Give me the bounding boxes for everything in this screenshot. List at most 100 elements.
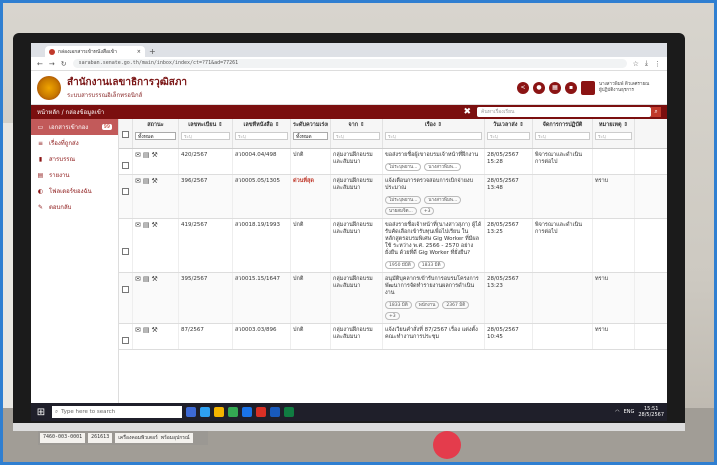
mail-icon[interactable]: ✉ <box>135 152 141 159</box>
column-filter[interactable]: ระบุ <box>595 132 632 140</box>
url-input[interactable]: saraban.senate.go.th/main/inbox/index/ct… <box>72 59 627 68</box>
document-icon[interactable]: ▤ <box>143 327 150 334</box>
column-label[interactable]: เลขทะเบียน ⇕ <box>181 121 230 129</box>
select-all-checkbox[interactable] <box>122 131 129 138</box>
word-icon[interactable] <box>270 407 280 417</box>
assignee-chip[interactable]: นางสาวพิมพ... <box>424 196 462 204</box>
document-icon[interactable]: ▤ <box>143 178 150 185</box>
sidebar-item[interactable]: ◐ โฟลเดอร์ของฉัน <box>31 183 118 199</box>
row-checkbox[interactable] <box>122 286 129 293</box>
column-label[interactable]: จัดการการปฏิบัติ <box>535 121 590 129</box>
column-label[interactable]: หมายเหตุ ⇕ <box>595 121 632 129</box>
tools-icon[interactable]: ⚒ <box>152 276 158 283</box>
table-row[interactable]: ✉ ▤ ⚒ 396/2567 สว0005.05/1305 ด่วนที่สุด กลุ… <box>119 175 667 219</box>
table-row[interactable]: ✉ ▤ ⚒ 419/2567 สว0018.19/1993 ปกติ กลุ่มงานฝ… <box>119 219 667 273</box>
tools-icon[interactable]: ⚒ <box>152 178 158 185</box>
row-checkbox[interactable] <box>122 162 129 169</box>
status-cell: ✉ ▤ ⚒ <box>133 273 179 323</box>
from-cell: กลุ่มงานฝึกอบรม และสัมมนา <box>331 175 383 218</box>
assignee-chip[interactable]: 1833 มิติ <box>385 301 412 309</box>
reload-icon[interactable]: ↻ <box>61 60 67 68</box>
forward-icon[interactable]: → <box>49 60 55 68</box>
app-icon[interactable] <box>256 407 266 417</box>
sidebar-item[interactable]: ▤ รายงาน <box>31 167 118 183</box>
apps-icon[interactable]: ▦ <box>549 81 561 94</box>
edge-icon[interactable] <box>200 407 210 417</box>
column-label[interactable]: จาก ⇕ <box>333 121 380 129</box>
column-label[interactable]: วันเวลาส่ง ⇕ <box>487 121 530 129</box>
assignee-chip[interactable]: 1950 มีมิติ <box>385 261 415 269</box>
table-row[interactable]: ✉ ▤ ⚒ 87/2567 สว0003.03/896 ปกติ กลุ่มงานฝึก… <box>119 324 667 350</box>
tools-icon[interactable]: ⚒ <box>152 327 158 334</box>
reg-text: 396/2567 <box>181 178 208 184</box>
search-button[interactable]: ⌕ <box>651 107 661 117</box>
lock-icon[interactable]: ▪ <box>565 81 577 94</box>
inbox-table: สถานะ ทั้งหมด เลขทะเบียน ⇕ ระบุ เลขที่หนัง… <box>119 119 667 407</box>
row-checkbox[interactable] <box>122 248 129 255</box>
store-icon[interactable] <box>242 407 252 417</box>
assignee-chip[interactable]: +3 <box>419 207 435 215</box>
column-filter[interactable]: ทั้งหมด <box>293 132 328 140</box>
subject-text: อนุมัติบุคลากรเข้ารับการอบรมโครงการพัฒนา… <box>385 276 479 296</box>
column-filter[interactable]: ระบุ <box>333 132 380 140</box>
mail-icon[interactable]: ✉ <box>135 327 141 334</box>
windows-start-icon[interactable]: ⊞ <box>34 407 48 418</box>
column-label[interactable]: สถานะ <box>135 121 176 129</box>
wifi-icon[interactable]: ◠ <box>615 409 619 415</box>
assignee-chip[interactable]: +3 <box>385 312 400 320</box>
column-filter[interactable]: ระบุ <box>535 132 590 140</box>
table-row[interactable]: ✉ ▤ ⚒ 420/2567 สว0004.04/498 ปกติ กลุ่มงานฝึ… <box>119 149 667 175</box>
column-filter[interactable]: ระบุ <box>181 132 230 140</box>
document-icon[interactable]: ▤ <box>143 152 150 159</box>
chrome-icon[interactable] <box>228 407 238 417</box>
sidebar-item[interactable]: ≡ เรื่องที่ถูกส่ง <box>31 135 118 151</box>
clear-icon[interactable]: ✖ <box>463 107 471 117</box>
assignee-chip[interactable]: ไม่ระบุพยาน... <box>385 196 422 204</box>
avatar[interactable] <box>581 80 595 95</box>
assignee-chip[interactable]: 2367 มิติ <box>442 301 470 309</box>
share-icon[interactable]: < <box>517 81 529 94</box>
tools-icon[interactable]: ⚒ <box>152 152 158 159</box>
language-indicator[interactable]: ENG <box>624 409 635 415</box>
assignee-chip[interactable]: นางสาวพิมพ... <box>424 163 462 171</box>
search-input[interactable]: ค้นหาเรื่องเรียน <box>477 107 651 117</box>
excel-icon[interactable] <box>284 407 294 417</box>
task-view-icon[interactable] <box>186 407 196 417</box>
column-filter[interactable]: ระบุ <box>235 132 288 140</box>
column-label[interactable]: ระดับความเร่งด่วน <box>293 121 328 129</box>
sidebar-item[interactable]: ▮ สารบรรณ <box>31 151 118 167</box>
table-row[interactable]: ✉ ▤ ⚒ 395/2567 สว0015.15/1647 ปกติ กลุ่มงานฝ… <box>119 273 667 324</box>
document-icon[interactable]: ▤ <box>143 276 150 283</box>
menu-icon[interactable]: ⋮ <box>654 60 661 68</box>
sidebar-item[interactable]: ✎ ตอบกลับ <box>31 199 118 215</box>
star-icon[interactable]: ☆ <box>633 60 639 68</box>
edit-icon: ✎ <box>37 203 44 211</box>
back-icon[interactable]: ← <box>37 60 43 68</box>
row-checkbox[interactable] <box>122 188 129 195</box>
assignee-chip[interactable]: พนักงาน <box>414 301 440 309</box>
sidebar-item[interactable]: ▭ เอกสารเข้ากอง 99 <box>31 119 118 135</box>
clock[interactable]: 15:51 28/5/2567 <box>638 406 664 418</box>
assignee-chip[interactable]: 1833 มิติ <box>417 261 445 269</box>
mail-icon[interactable]: ✉ <box>135 276 141 283</box>
column-filter[interactable]: ระบุ <box>487 132 530 140</box>
assignee-chip[interactable]: ไม่ระบุพยาน... <box>385 163 422 171</box>
taskbar-search-input[interactable]: ⌕ Type here to search <box>52 406 182 418</box>
browser-tab[interactable]: กล่องเอกสารเข้าหนังสือเข้า × <box>45 46 145 57</box>
bell-icon[interactable]: ● <box>533 81 545 94</box>
tab-close-icon[interactable]: × <box>137 49 141 55</box>
assignee-chip[interactable]: นายสมจิต... <box>385 207 417 215</box>
column-label[interactable]: เรื่อง ⇕ <box>385 121 482 129</box>
new-tab-button[interactable]: + <box>149 47 156 57</box>
row-checkbox[interactable] <box>122 337 129 344</box>
file-explorer-icon[interactable] <box>214 407 224 417</box>
document-icon[interactable]: ▤ <box>143 222 150 229</box>
mail-icon[interactable]: ✉ <box>135 178 141 185</box>
column-filter[interactable]: ทั้งหมด <box>135 132 176 140</box>
sidebar-item-label: สารบรรณ <box>49 156 76 163</box>
column-filter[interactable]: ระบุ <box>385 132 482 140</box>
mail-icon[interactable]: ✉ <box>135 222 141 229</box>
tools-icon[interactable]: ⚒ <box>152 222 158 229</box>
column-label[interactable]: เลขที่หนังสือ ⇕ <box>235 121 288 129</box>
download-icon[interactable]: ⤓ <box>645 59 648 68</box>
